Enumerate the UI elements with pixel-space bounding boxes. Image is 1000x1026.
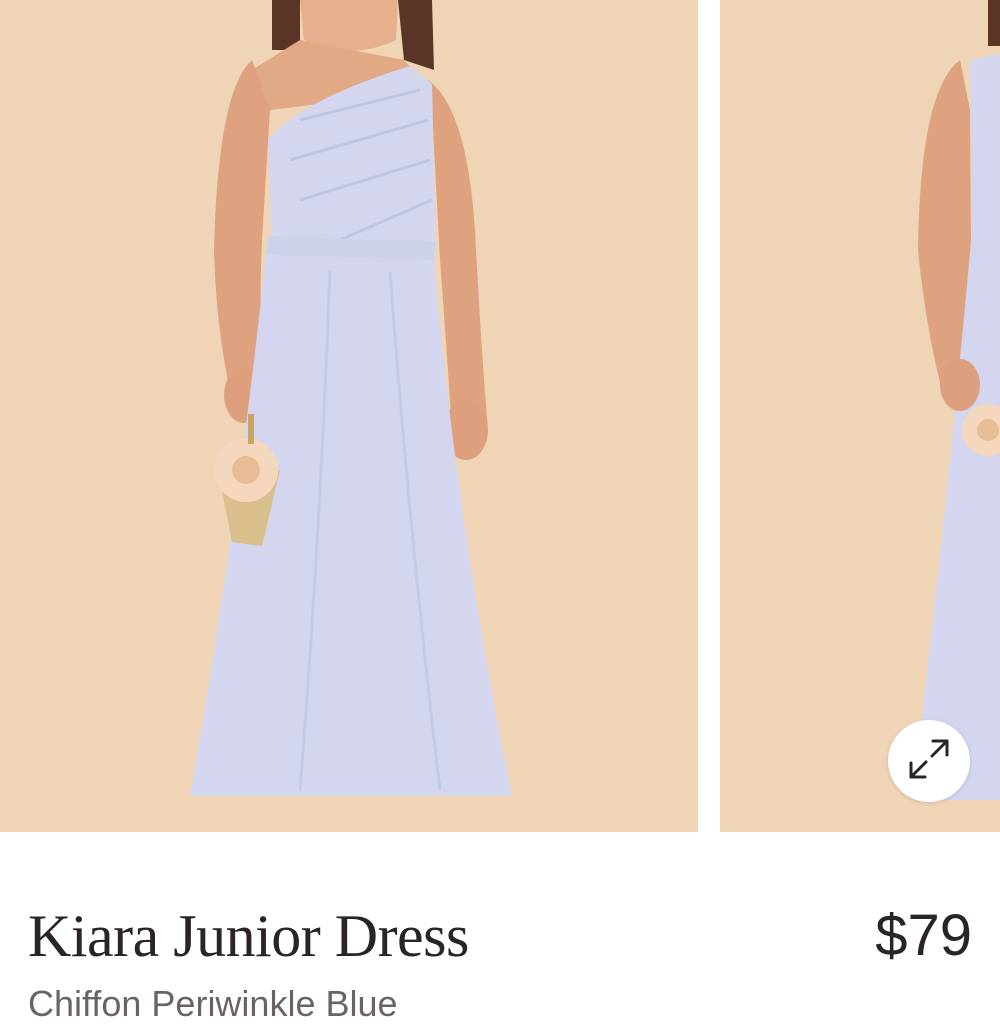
expand-arrows-icon xyxy=(906,736,952,787)
product-name: Kiara Junior Dress xyxy=(28,903,469,969)
product-image-main[interactable] xyxy=(0,0,698,832)
product-price: $79 xyxy=(875,903,972,968)
expand-image-button[interactable] xyxy=(888,720,970,802)
product-image-secondary[interactable] xyxy=(720,0,1000,832)
product-color-subtitle: Chiffon Periwinkle Blue xyxy=(28,983,398,1024)
product-image-carousel[interactable] xyxy=(0,0,1000,832)
dress-photo-illustration xyxy=(0,0,698,832)
dress-photo-illustration-alt xyxy=(720,0,1000,832)
